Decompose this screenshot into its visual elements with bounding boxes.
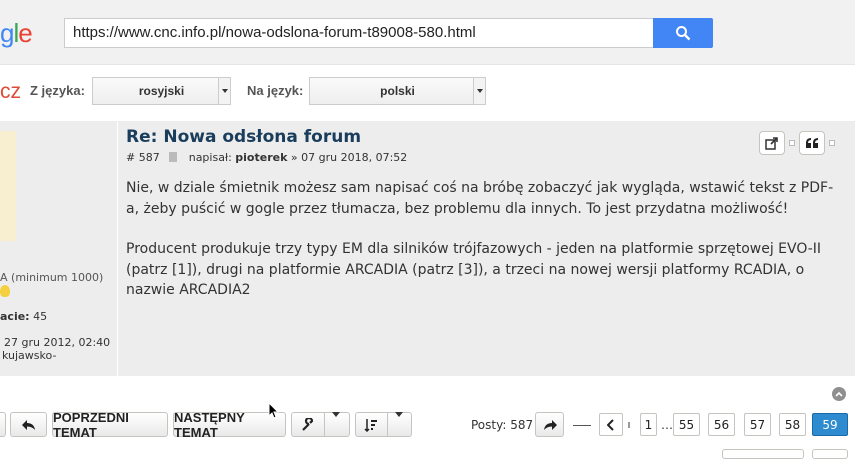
posts-label: acie: xyxy=(0,310,30,323)
quote-icon xyxy=(806,138,818,148)
file-icon xyxy=(169,152,178,162)
jump-to-button[interactable] xyxy=(535,412,564,437)
chevron-down-icon xyxy=(218,78,230,104)
reply-button[interactable] xyxy=(10,412,47,437)
google-logo[interactable]: gle xyxy=(0,18,33,49)
reply-icon xyxy=(21,419,35,430)
post-paragraph: Producent produkuje trzy typy EM dla sil… xyxy=(126,241,822,298)
avatar[interactable] xyxy=(0,131,16,241)
sort-icon xyxy=(364,418,377,432)
chevron-up-icon xyxy=(835,391,843,397)
mouse-cursor-icon xyxy=(268,402,279,419)
share-icon xyxy=(765,137,778,150)
page-link[interactable]: 57 xyxy=(744,413,771,436)
topic-action-bar: POPRZEDNI TEMAT NASTĘPNY TEMAT Posty: 58… xyxy=(0,410,855,440)
divider xyxy=(573,425,591,426)
page-link[interactable]: 55 xyxy=(673,413,700,436)
page-link[interactable]: 1 xyxy=(640,413,657,436)
author-prefix: napisał: xyxy=(188,151,232,164)
from-language-label: Z języka: xyxy=(30,83,85,98)
post-paragraph: Nie, w dziale śmietnik możesz sam napisa… xyxy=(126,180,834,217)
translate-link-fragment[interactable]: cz xyxy=(0,80,21,104)
wrench-icon xyxy=(302,417,314,431)
post-meta: # 587 napisał: pioterek » 07 gru 2018, 0… xyxy=(126,151,846,164)
page-link[interactable]: 58 xyxy=(779,413,806,436)
translate-toolbar: gle https://www.cnc.info.pl/nowa-odslona… xyxy=(0,0,855,65)
previous-page-button[interactable] xyxy=(599,413,623,436)
url-input[interactable]: https://www.cnc.info.pl/nowa-odslona-for… xyxy=(64,18,654,48)
forum-post: A (minimum 1000) acie: 45 27 gru 2012, 0… xyxy=(0,121,855,407)
post-date: » 07 gru 2018, 07:52 xyxy=(290,151,408,164)
post-number[interactable]: # 587 xyxy=(126,151,160,164)
tools-dropdown[interactable] xyxy=(291,412,350,437)
action-button-partial[interactable] xyxy=(0,412,6,437)
lightbulb-icon xyxy=(0,285,10,297)
from-language-value: rosyjski xyxy=(138,84,185,98)
chevron-down-icon xyxy=(395,417,403,432)
sort-dropdown[interactable] xyxy=(355,412,412,437)
quote-button[interactable] xyxy=(799,131,825,155)
user-location: kujawsko- xyxy=(2,349,57,362)
divider xyxy=(628,422,630,428)
post-content: Nie, w dziale śmietnik możesz sam napisa… xyxy=(126,178,846,301)
chevron-down-icon xyxy=(332,417,340,432)
search-button[interactable] xyxy=(653,18,713,48)
partial-button[interactable] xyxy=(722,449,804,459)
language-bar: cz Z języka: rosyjski Na język: polski xyxy=(0,66,855,120)
share-button[interactable] xyxy=(759,131,785,155)
join-date: 27 gru 2012, 02:40 xyxy=(4,336,111,349)
chevron-left-icon xyxy=(607,418,614,431)
user-rank: A (minimum 1000) xyxy=(0,271,104,284)
chevron-down-icon xyxy=(473,78,485,104)
to-language-value: polski xyxy=(380,84,415,98)
post-title[interactable]: Re: Nowa odsłona forum xyxy=(126,127,846,147)
current-page[interactable]: 59 xyxy=(812,413,848,436)
post-panel: A (minimum 1000) acie: 45 27 gru 2012, 0… xyxy=(0,121,855,376)
to-language-select[interactable]: polski xyxy=(309,77,486,105)
post-profile: A (minimum 1000) acie: 45 27 gru 2012, 0… xyxy=(0,121,118,376)
to-language-label: Na język: xyxy=(247,83,304,98)
post-author[interactable]: pioterek xyxy=(235,151,287,164)
posts-count: Posty: 587 xyxy=(471,418,534,432)
back-to-top-button[interactable] xyxy=(832,387,846,401)
jump-arrow-icon xyxy=(543,419,557,430)
post-option[interactable] xyxy=(789,140,795,146)
page-ellipsis: … xyxy=(661,418,673,432)
page-link[interactable]: 56 xyxy=(708,413,735,436)
post-body: Re: Nowa odsłona forum # 587 napisał: pi… xyxy=(126,127,846,321)
previous-topic-button[interactable]: POPRZEDNI TEMAT xyxy=(52,410,168,440)
post-option[interactable] xyxy=(829,140,835,146)
partial-button[interactable] xyxy=(812,449,848,459)
search-icon xyxy=(676,26,691,41)
from-language-select[interactable]: rosyjski xyxy=(92,77,231,105)
posts-value: 45 xyxy=(33,310,48,323)
